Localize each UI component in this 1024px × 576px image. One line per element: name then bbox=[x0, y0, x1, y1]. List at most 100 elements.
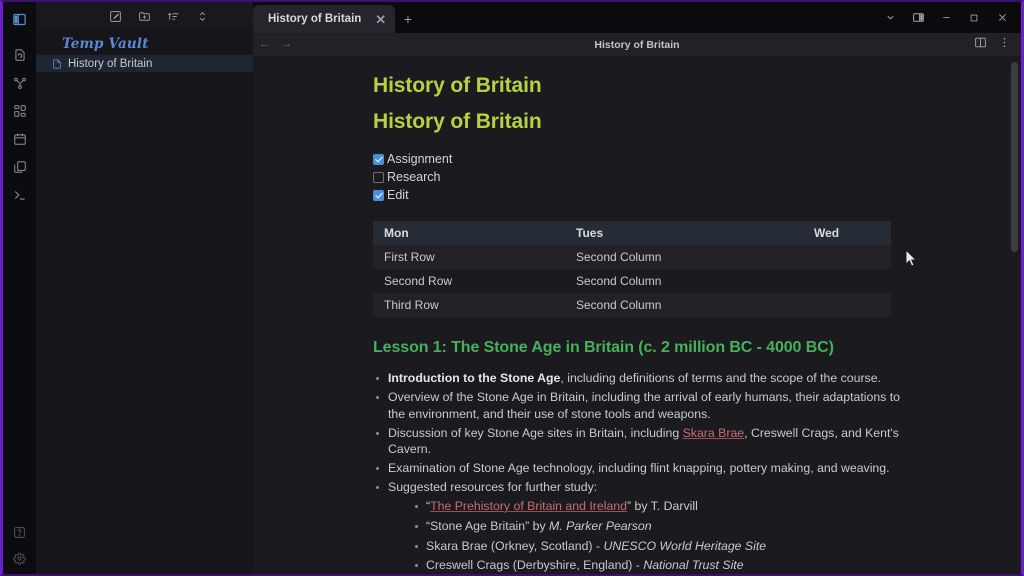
table-head: Mon Tues Wed bbox=[373, 221, 891, 245]
navigation-arrows: ← → bbox=[259, 39, 292, 50]
new-folder-icon[interactable] bbox=[136, 8, 153, 25]
inline-link[interactable]: The Prehistory of Britain and Ireland bbox=[430, 499, 627, 513]
terminal-icon[interactable] bbox=[7, 181, 33, 208]
sort-icon[interactable] bbox=[165, 8, 182, 25]
new-tab-button[interactable]: + bbox=[395, 5, 421, 33]
sub-bullet-item: Skara Brae (Orkney, Scotland) - UNESCO W… bbox=[412, 538, 901, 555]
table-cell: First Row bbox=[373, 245, 565, 269]
help-icon[interactable] bbox=[7, 520, 33, 545]
calendar-icon[interactable] bbox=[7, 125, 33, 152]
close-button[interactable] bbox=[989, 5, 1015, 31]
inline-link[interactable]: Skara Brae bbox=[683, 426, 745, 440]
chevron-down-icon[interactable] bbox=[877, 5, 903, 31]
file-item-label: History of Britain bbox=[68, 57, 153, 70]
new-note-icon[interactable] bbox=[107, 8, 124, 25]
table-cell: Second Row bbox=[373, 269, 565, 293]
note-heading-1: History of Britain bbox=[373, 74, 542, 97]
daily-note-icon[interactable] bbox=[7, 41, 33, 68]
task-label-research: Research bbox=[387, 170, 441, 184]
bullet-text: Overview of the Stone Age in Britain, in… bbox=[388, 390, 900, 421]
forward-arrow-icon[interactable]: → bbox=[281, 39, 292, 50]
plain-text: Examination of Stone Age technology, inc… bbox=[388, 461, 890, 476]
copy-icon[interactable] bbox=[7, 153, 33, 180]
table-cell: Third Row bbox=[373, 293, 565, 317]
plain-text: Suggested resources for further study: bbox=[388, 480, 598, 495]
main-area: History of Britain ✕ + ← → History of Br… bbox=[253, 2, 1021, 574]
bullet-item: Discussion of key Stone Age sites in Bri… bbox=[373, 425, 901, 459]
table-cell bbox=[803, 245, 891, 269]
note-scroll-area[interactable]: History of Britain History of Britain As… bbox=[253, 56, 1021, 574]
sub-bullet-item: Creswell Crags (Derbyshire, England) - N… bbox=[412, 557, 901, 574]
plain-text: “Stone Age Britain” by bbox=[426, 518, 550, 533]
table-cell bbox=[803, 293, 891, 317]
table-header-row: Mon Tues Wed bbox=[373, 221, 891, 245]
bullet-text: Introduction to the Stone Age, including… bbox=[388, 371, 881, 385]
checkbox-research[interactable] bbox=[373, 171, 384, 183]
note-heading-2: History of Britain bbox=[373, 110, 542, 133]
canvas-icon[interactable] bbox=[7, 97, 33, 124]
note-content[interactable]: History of Britain History of Britain As… bbox=[253, 56, 1021, 574]
table-header-mon: Mon bbox=[373, 221, 565, 245]
vertical-scrollbar[interactable] bbox=[1011, 62, 1018, 252]
tab-history-of-britain[interactable]: History of Britain ✕ bbox=[253, 5, 395, 33]
note-table: Mon Tues Wed First Row Second Column Sec… bbox=[373, 221, 891, 317]
task-item-assignment[interactable]: Assignment bbox=[373, 150, 901, 168]
back-arrow-icon[interactable]: ← bbox=[259, 39, 270, 50]
table-cell bbox=[803, 269, 891, 293]
settings-icon[interactable] bbox=[7, 546, 33, 571]
file-item-history-of-britain[interactable]: History of Britain bbox=[36, 55, 253, 72]
table-cell: Second Column bbox=[565, 293, 803, 317]
layout-toggle-icon[interactable] bbox=[905, 5, 931, 31]
bullet-text: Examination of Stone Age technology, inc… bbox=[388, 461, 890, 475]
italic-text: National Trust Site bbox=[643, 558, 744, 573]
file-explorer-empty-area bbox=[36, 72, 253, 574]
table-row[interactable]: Second Row Second Column bbox=[373, 269, 891, 293]
collapse-icon[interactable] bbox=[194, 8, 211, 25]
graph-view-icon[interactable] bbox=[7, 69, 33, 96]
bullet-text: Discussion of key Stone Age sites in Bri… bbox=[388, 426, 899, 457]
checkbox-assignment[interactable] bbox=[373, 153, 384, 165]
window-controls bbox=[877, 2, 1021, 33]
task-item-research[interactable]: Research bbox=[373, 168, 901, 186]
table-body: First Row Second Column Second Row Secon… bbox=[373, 245, 891, 317]
rail-bottom-group bbox=[7, 520, 33, 574]
plain-text: Creswell Crags (Derbyshire, England) - bbox=[426, 558, 644, 573]
sub-bullet-item: “Stone Age Britain” by M. Parker Pearson bbox=[412, 518, 901, 535]
minimize-button[interactable] bbox=[933, 5, 959, 31]
sub-bullet-list: “The Prehistory of Britain and Ireland” … bbox=[412, 498, 901, 574]
sidebar-toggle-icon[interactable] bbox=[7, 7, 33, 31]
file-explorer-toolbar bbox=[36, 2, 253, 30]
view-header: ← → History of Britain bbox=[253, 33, 1021, 56]
bold-text: Introduction to the Stone Age bbox=[388, 371, 561, 385]
bullet-list: Introduction to the Stone Age, including… bbox=[373, 370, 901, 574]
lesson-heading: Lesson 1: The Stone Age in Britain (c. 2… bbox=[373, 339, 834, 356]
task-label-assignment: Assignment bbox=[387, 152, 453, 166]
italic-text: M. Parker Pearson bbox=[549, 518, 652, 533]
file-explorer-sidebar: Temp Vault History of Britain bbox=[36, 2, 253, 574]
table-row[interactable]: First Row Second Column bbox=[373, 245, 891, 269]
tab-strip: History of Britain ✕ + bbox=[253, 2, 1021, 33]
vault-title: Temp Vault bbox=[62, 36, 149, 52]
table-cell: Second Column bbox=[565, 269, 803, 293]
task-item-edit[interactable]: Edit bbox=[373, 186, 901, 204]
view-header-title: History of Britain bbox=[594, 38, 680, 51]
table-row[interactable]: Third Row Second Column bbox=[373, 293, 891, 317]
plain-text: Discussion of key Stone Age sites in Bri… bbox=[388, 425, 683, 440]
table-header-tues: Tues bbox=[565, 221, 803, 245]
plain-text: ” by T. Darvill bbox=[626, 498, 698, 513]
task-list: Assignment Research Edit bbox=[373, 150, 901, 204]
maximize-button[interactable] bbox=[961, 5, 987, 31]
reading-view-icon[interactable] bbox=[974, 36, 987, 54]
bullet-item: Overview of the Stone Age in Britain, in… bbox=[373, 389, 901, 423]
checkbox-edit[interactable] bbox=[373, 189, 384, 201]
table-header-wed: Wed bbox=[803, 221, 891, 245]
tab-label: History of Britain bbox=[268, 13, 362, 25]
more-options-icon[interactable] bbox=[998, 36, 1011, 54]
app-window: Temp Vault History of Britain History of… bbox=[0, 0, 1024, 576]
bullet-item: Introduction to the Stone Age, including… bbox=[373, 370, 901, 387]
bullet-text: Suggested resources for further study: bbox=[388, 480, 597, 494]
view-header-actions bbox=[974, 36, 1011, 54]
bullet-item: Suggested resources for further study: “T… bbox=[373, 479, 901, 574]
close-icon[interactable]: ✕ bbox=[375, 13, 386, 26]
plain-text: Skara Brae (Orkney, Scotland) - bbox=[426, 538, 604, 553]
